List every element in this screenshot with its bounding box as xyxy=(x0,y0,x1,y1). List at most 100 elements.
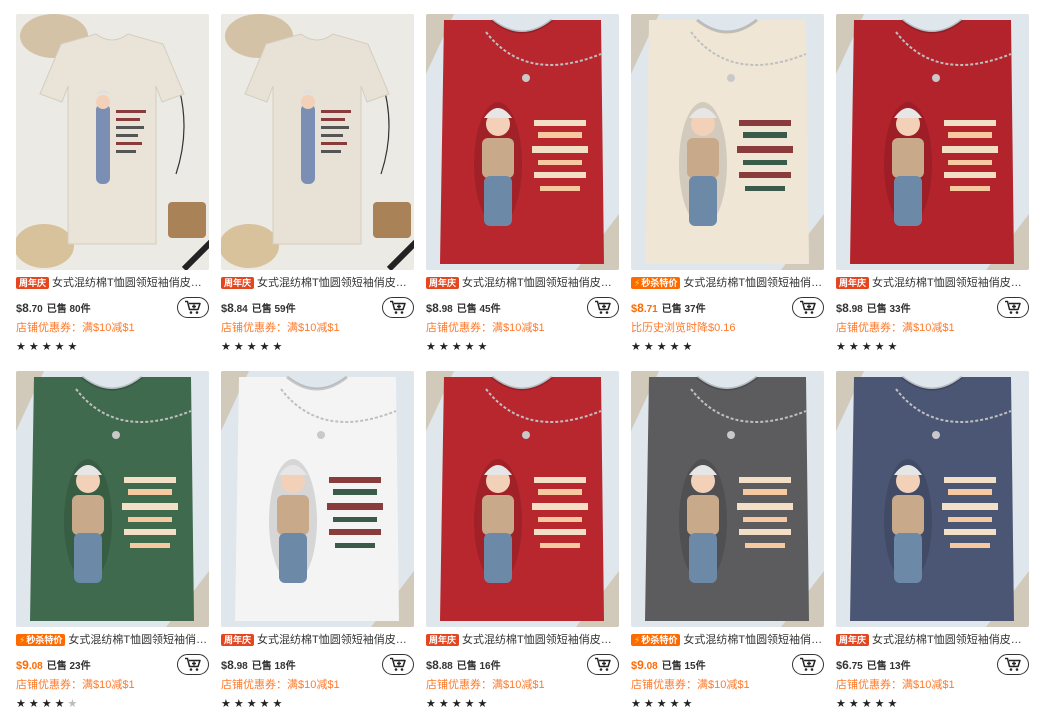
product-title-row[interactable]: 周年庆 女式混纺棉T恤圆领短袖俏皮卡通人... xyxy=(426,633,619,647)
product-image[interactable] xyxy=(836,371,1029,627)
tshirt-image xyxy=(631,14,824,270)
promo-badge: 周年庆 xyxy=(836,634,870,646)
product-title[interactable]: 女式混纺棉T恤圆领短袖俏皮卡通... xyxy=(683,633,824,647)
add-to-cart-button[interactable] xyxy=(382,653,414,675)
coupon-text: 比历史浏览时降$0.16 xyxy=(631,322,736,334)
product-image[interactable] xyxy=(426,14,619,270)
product-title-row[interactable]: 周年庆 女式混纺棉T恤圆领短袖俏皮女性角... xyxy=(836,633,1029,647)
tshirt-image xyxy=(426,371,619,627)
add-to-cart-button[interactable] xyxy=(177,653,209,675)
product-image[interactable] xyxy=(631,371,824,627)
product-image[interactable] xyxy=(16,371,209,627)
product-title-row[interactable]: 秒杀特价 女式混纺棉T恤圆领短袖俏皮卡通女... xyxy=(631,276,824,290)
product-title[interactable]: 女式混纺棉T恤圆领短袖俏皮卡通女... xyxy=(257,276,414,290)
product-card[interactable]: 秒杀特价 女式混纺棉T恤圆领短袖俏皮卡通... $9.08 已售 15件 店铺优… xyxy=(631,371,824,712)
rating-stars: ★★★★★ xyxy=(16,698,81,710)
price-group: $8.88 已售 16件 xyxy=(426,657,501,672)
add-to-cart-button[interactable] xyxy=(382,296,414,318)
coupon-text: 店铺优惠券：满$10减$1 xyxy=(16,679,135,691)
sold-count: 已售 15件 xyxy=(661,660,706,672)
tshirt-image xyxy=(221,14,414,270)
promo-badge: 周年庆 xyxy=(221,277,255,289)
tshirt-image xyxy=(16,371,209,627)
product-title[interactable]: 女式混纺棉T恤圆领短袖俏皮女性露... xyxy=(462,276,619,290)
rating-stars: ★★★★★ xyxy=(631,341,696,353)
sold-count: 已售 80件 xyxy=(46,303,91,315)
add-to-cart-button[interactable] xyxy=(792,296,824,318)
cart-icon xyxy=(390,300,406,314)
product-image[interactable] xyxy=(221,371,414,627)
tshirt-image xyxy=(836,371,1029,627)
product-image[interactable] xyxy=(836,14,1029,270)
add-to-cart-button[interactable] xyxy=(997,296,1029,318)
product-card[interactable]: 周年庆 女式混纺棉T恤圆领短袖俏皮卡通女... $8.70 已售 80件 店铺优… xyxy=(16,14,209,355)
price-row: $8.98 已售 33件 xyxy=(836,296,1029,318)
product-title-row[interactable]: 周年庆 女式混纺棉T恤圆领短袖俏皮女性画... xyxy=(221,633,414,647)
product-card[interactable]: 周年庆 女式混纺棉T恤圆领短袖俏皮女性花... $8.98 已售 33件 店铺优… xyxy=(836,14,1029,355)
product-image[interactable] xyxy=(426,371,619,627)
product-card[interactable]: 周年庆 女式混纺棉T恤圆领短袖俏皮卡通人... $8.88 已售 16件 店铺优… xyxy=(426,371,619,712)
product-price: $8.84 xyxy=(221,300,248,315)
cart-icon xyxy=(1005,657,1021,671)
cart-icon xyxy=(595,657,611,671)
tshirt-image xyxy=(426,14,619,270)
product-title[interactable]: 女式混纺棉T恤圆领短袖俏皮卡通人... xyxy=(462,633,619,647)
sold-count: 已售 18件 xyxy=(251,660,296,672)
sold-count: 已售 37件 xyxy=(661,303,706,315)
cart-icon xyxy=(800,657,816,671)
add-to-cart-button[interactable] xyxy=(177,296,209,318)
price-row: $8.84 已售 59件 xyxy=(221,296,414,318)
price-row: $8.70 已售 80件 xyxy=(16,296,209,318)
product-price: $8.70 xyxy=(16,300,43,315)
product-title-row[interactable]: 周年庆 女式混纺棉T恤圆领短袖俏皮女性露... xyxy=(426,276,619,290)
price-group: $8.70 已售 80件 xyxy=(16,300,91,315)
price-group: $8.71 已售 37件 xyxy=(631,300,706,315)
product-title-row[interactable]: 秒杀特价 女式混纺棉T恤圆领短袖俏皮卡通... xyxy=(631,633,824,647)
cart-icon xyxy=(1005,300,1021,314)
cart-icon xyxy=(595,300,611,314)
product-title-row[interactable]: 周年庆 女式混纺棉T恤圆领短袖俏皮卡通女... xyxy=(16,276,209,290)
product-title[interactable]: 女式混纺棉T恤圆领短袖俏皮卡通女... xyxy=(683,276,824,290)
price-row: $8.88 已售 16件 xyxy=(426,653,619,675)
tshirt-image xyxy=(631,371,824,627)
add-to-cart-button[interactable] xyxy=(997,653,1029,675)
product-image[interactable] xyxy=(631,14,824,270)
product-title-row[interactable]: 周年庆 女式混纺棉T恤圆领短袖俏皮卡通女... xyxy=(221,276,414,290)
product-image[interactable] xyxy=(221,14,414,270)
product-title[interactable]: 女式混纺棉T恤圆领短袖俏皮卡通女... xyxy=(52,276,209,290)
product-price: $9.08 xyxy=(631,657,658,672)
price-row: $8.98 已售 18件 xyxy=(221,653,414,675)
promo-badge: 周年庆 xyxy=(426,634,460,646)
price-group: $6.75 已售 13件 xyxy=(836,657,911,672)
product-title-row[interactable]: 秒杀特价 女式混纺棉T恤圆领短袖俏皮卡通... xyxy=(16,633,209,647)
product-card[interactable]: 周年庆 女式混纺棉T恤圆领短袖俏皮女性画... $8.98 已售 18件 店铺优… xyxy=(221,371,414,712)
product-card[interactable]: 周年庆 女式混纺棉T恤圆领短袖俏皮女性角... $6.75 已售 13件 店铺优… xyxy=(836,371,1029,712)
product-title[interactable]: 女式混纺棉T恤圆领短袖俏皮女性画... xyxy=(257,633,414,647)
coupon-text: 店铺优惠券：满$10减$1 xyxy=(631,679,750,691)
product-image[interactable] xyxy=(16,14,209,270)
product-card[interactable]: 秒杀特价 女式混纺棉T恤圆领短袖俏皮卡通女... $8.71 已售 37件 比历… xyxy=(631,14,824,355)
product-card[interactable]: 周年庆 女式混纺棉T恤圆领短袖俏皮女性露... $8.98 已售 45件 店铺优… xyxy=(426,14,619,355)
coupon-text: 店铺优惠券：满$10减$1 xyxy=(221,322,340,334)
price-group: $8.84 已售 59件 xyxy=(221,300,296,315)
product-card[interactable]: 周年庆 女式混纺棉T恤圆领短袖俏皮卡通女... $8.84 已售 59件 店铺优… xyxy=(221,14,414,355)
product-title[interactable]: 女式混纺棉T恤圆领短袖俏皮卡通... xyxy=(68,633,209,647)
sold-count: 已售 16件 xyxy=(456,660,501,672)
product-price: $9.08 xyxy=(16,657,43,672)
price-group: $8.98 已售 45件 xyxy=(426,300,501,315)
add-to-cart-button[interactable] xyxy=(587,653,619,675)
promo-badge: 周年庆 xyxy=(16,277,50,289)
product-price: $8.98 xyxy=(836,300,863,315)
product-card[interactable]: 秒杀特价 女式混纺棉T恤圆领短袖俏皮卡通... $9.08 已售 23件 店铺优… xyxy=(16,371,209,712)
add-to-cart-button[interactable] xyxy=(792,653,824,675)
product-title[interactable]: 女式混纺棉T恤圆领短袖俏皮女性角... xyxy=(872,633,1029,647)
cart-icon xyxy=(185,657,201,671)
price-group: $9.08 已售 15件 xyxy=(631,657,706,672)
promo-badge: 周年庆 xyxy=(426,277,460,289)
product-title-row[interactable]: 周年庆 女式混纺棉T恤圆领短袖俏皮女性花... xyxy=(836,276,1029,290)
product-title[interactable]: 女式混纺棉T恤圆领短袖俏皮女性花... xyxy=(872,276,1029,290)
promo-badge: 秒杀特价 xyxy=(631,634,681,646)
sold-count: 已售 59件 xyxy=(251,303,296,315)
coupon-text: 店铺优惠券：满$10减$1 xyxy=(836,322,955,334)
add-to-cart-button[interactable] xyxy=(587,296,619,318)
